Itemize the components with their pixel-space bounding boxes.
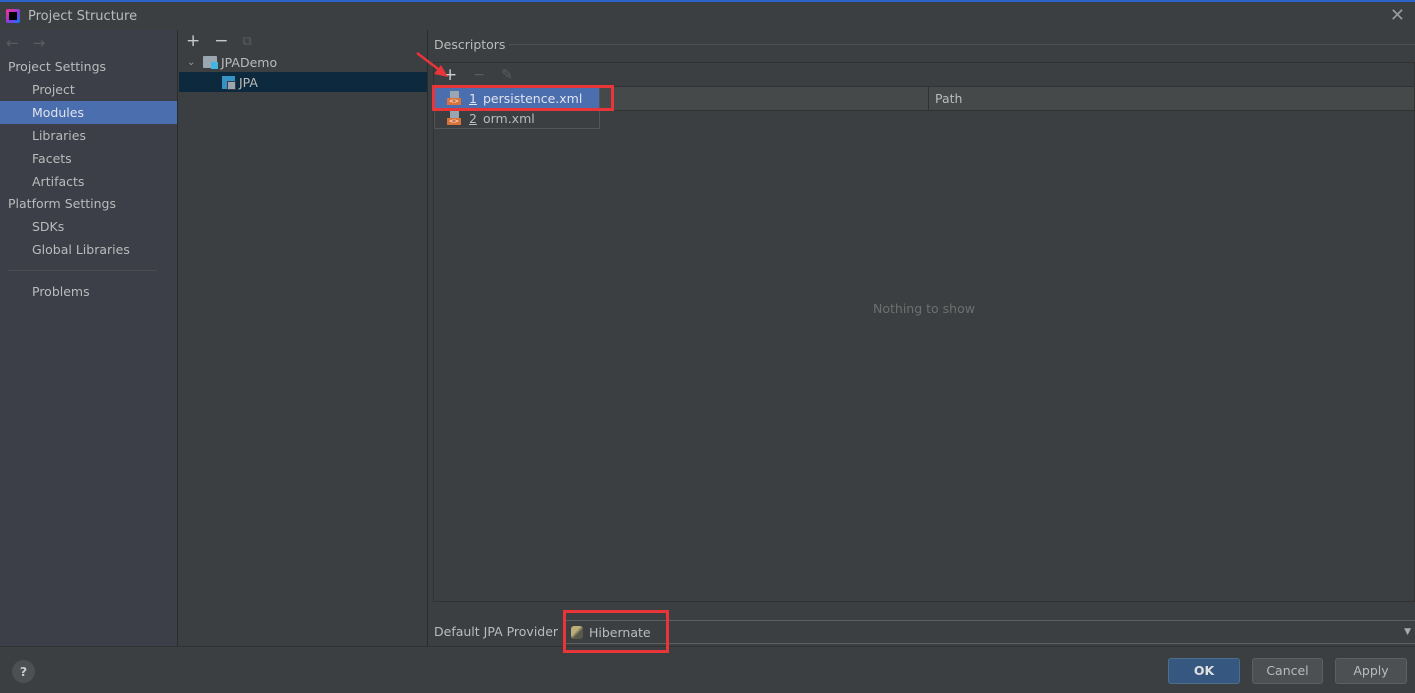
help-icon[interactable]: ? — [12, 660, 35, 683]
descriptors-divider — [509, 44, 1415, 45]
popup-item-label: persistence.xml — [482, 90, 583, 106]
cancel-button[interactable]: Cancel — [1252, 658, 1323, 684]
jpa-facet-icon — [222, 75, 236, 90]
popup-item-persistence-xml[interactable]: 1 persistence.xml — [435, 88, 599, 108]
add-descriptor-popup: 1 persistence.xml 2 orm.xml — [434, 87, 600, 129]
sidebar-item-global-libraries[interactable]: Global Libraries — [0, 238, 177, 261]
title-bar: Project Structure ✕ — [0, 2, 1415, 30]
xml-file-icon — [447, 91, 461, 105]
column-header-path[interactable]: Path — [929, 87, 962, 110]
tree-node-jpa[interactable]: JPA — [179, 72, 427, 92]
sidebar-item-modules[interactable]: Modules — [0, 101, 177, 124]
jpa-facet-panel: Descriptors + − ✎ Path Nothing to show 1… — [429, 30, 1415, 646]
descriptors-table: + − ✎ Path Nothing to show — [433, 62, 1415, 602]
module-folder-icon — [203, 56, 218, 69]
close-icon[interactable]: ✕ — [1390, 5, 1405, 26]
popup-item-number: 2 — [469, 110, 477, 126]
hibernate-icon — [571, 625, 583, 639]
section-header-project-settings: Project Settings — [8, 59, 107, 74]
sidebar-item-problems[interactable]: Problems — [0, 280, 177, 303]
default-provider-select[interactable]: Hibernate ▼ — [565, 620, 1415, 644]
sidebar-item-artifacts[interactable]: Artifacts — [0, 170, 177, 193]
popup-item-orm-xml[interactable]: 2 orm.xml — [435, 108, 599, 128]
empty-state-text: Nothing to show — [873, 301, 975, 316]
sidebar-item-sdks[interactable]: SDKs — [0, 215, 177, 238]
xml-file-icon — [447, 111, 461, 125]
settings-sidebar: ← → Project Settings Project Modules Lib… — [0, 30, 178, 646]
forward-arrow-icon[interactable]: → — [33, 34, 46, 52]
sidebar-divider — [8, 270, 157, 271]
tree-node-label: JPA — [239, 74, 258, 90]
annotation-arrow — [416, 52, 448, 77]
intellij-app-icon — [6, 9, 20, 23]
dropdown-arrow-icon[interactable]: ▼ — [1404, 627, 1411, 637]
edit-descriptor-icon[interactable]: ✎ — [501, 67, 513, 83]
module-tree-pane: + − ⧉ ⌄ JPADemo JPA — [179, 30, 428, 646]
ok-button[interactable]: OK — [1168, 658, 1240, 684]
section-header-platform-settings: Platform Settings — [8, 196, 116, 211]
sidebar-item-project[interactable]: Project — [0, 78, 177, 101]
tree-node-jpademo[interactable]: ⌄ JPADemo — [179, 52, 427, 72]
sidebar-item-libraries[interactable]: Libraries — [0, 124, 177, 147]
back-arrow-icon[interactable]: ← — [6, 34, 19, 52]
remove-module-icon[interactable]: − — [214, 31, 228, 51]
sidebar-item-facets[interactable]: Facets — [0, 147, 177, 170]
dialog-footer: ? OK Cancel Apply — [0, 646, 1415, 693]
tree-node-label: JPADemo — [221, 54, 278, 70]
descriptors-toolbar: + − ✎ — [434, 63, 1414, 87]
popup-item-label: orm.xml — [482, 110, 535, 126]
nav-arrows: ← → — [0, 30, 177, 56]
add-module-icon[interactable]: + — [186, 31, 200, 51]
provider-value: Hibernate — [589, 624, 651, 640]
popup-item-number: 1 — [469, 90, 477, 106]
chevron-down-icon[interactable]: ⌄ — [187, 57, 197, 68]
apply-button[interactable]: Apply — [1335, 658, 1407, 684]
module-toolbar: + − ⧉ — [179, 30, 427, 52]
remove-descriptor-icon[interactable]: − — [473, 67, 485, 83]
default-provider-label: Default JPA Provider — [434, 624, 559, 639]
window-title: Project Structure — [28, 8, 138, 24]
copy-module-icon[interactable]: ⧉ — [243, 34, 252, 49]
